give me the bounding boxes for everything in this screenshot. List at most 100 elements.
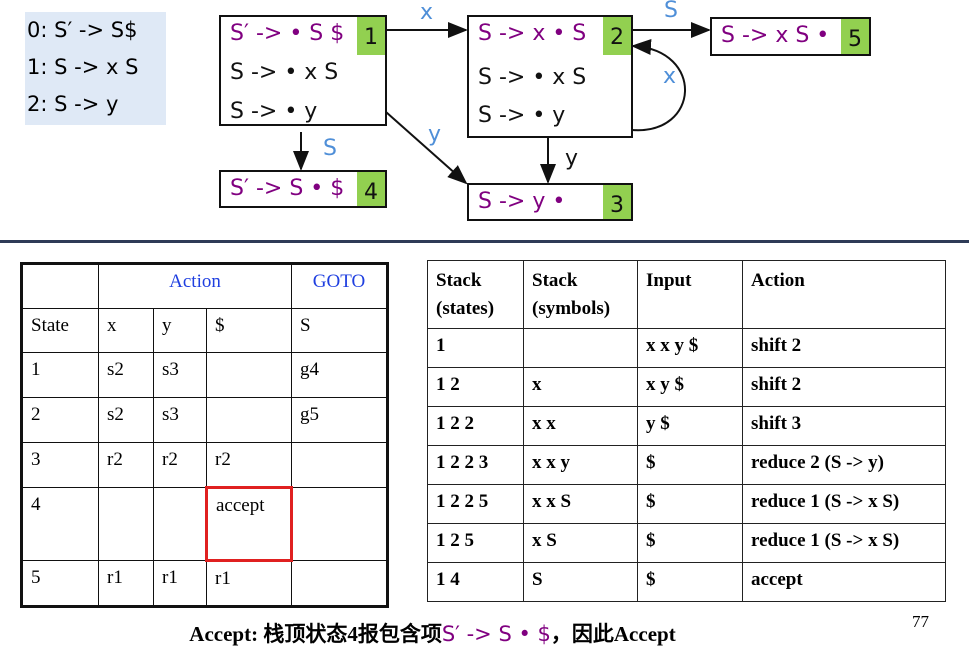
table-cell: r2 xyxy=(153,442,207,488)
edge-label-2-5: S xyxy=(664,0,678,23)
column-header: Input xyxy=(637,260,743,329)
table-row: 1 2 2 3x x y $ reduce 2 (S -> y) xyxy=(427,445,946,485)
table-row: 1 x x y $ shift 2 xyxy=(427,328,946,368)
column-header: $ xyxy=(206,308,292,353)
table-cell: 2 xyxy=(21,397,99,443)
state-4: S′ -> S • $ 4 xyxy=(219,170,387,208)
table-cell: 1 2 xyxy=(427,367,524,407)
table-cell: 3 xyxy=(21,442,99,488)
table-cell: reduce 1 (S -> x S) xyxy=(742,523,946,563)
item: S -> • x S xyxy=(230,60,339,85)
footer-note: Accept: 栈顶状态4报包含项S′ -> S • $，因此Accept xyxy=(0,618,865,648)
table-row: 1 2 2 5x x S $ reduce 1 (S -> x S) xyxy=(427,484,946,524)
table-cell: shift 2 xyxy=(742,328,946,368)
state-5: S -> x S • 5 xyxy=(710,17,871,56)
table-cell: g5 xyxy=(291,397,388,443)
table-cell: r2 xyxy=(98,442,154,488)
table-cell: $ xyxy=(637,523,743,563)
state-2: S -> x • S S -> • x S S -> • y 2 xyxy=(467,15,633,138)
column-header: Stack (states) xyxy=(427,260,524,329)
table-cell: S xyxy=(523,562,638,602)
column-header: Stack (symbols) xyxy=(523,260,638,329)
item: S -> • x S xyxy=(478,65,587,90)
table-row: 1 s2 s3 g4 xyxy=(21,352,388,398)
header-action: Action xyxy=(98,263,292,309)
table-cell: s2 xyxy=(98,397,154,443)
state-number: 5 xyxy=(841,19,869,54)
table-cell: x x S xyxy=(523,484,638,524)
column-header: State xyxy=(21,308,99,353)
page-number: 77 xyxy=(912,612,929,631)
table-cell: 1 2 5 xyxy=(427,523,524,563)
table-cell: reduce 1 (S -> x S) xyxy=(742,484,946,524)
table-cell: r1 xyxy=(98,560,154,607)
edge-label-1-3: y xyxy=(428,122,442,147)
table-cell: 1 2 2 3 xyxy=(427,445,524,485)
table-cell: 1 xyxy=(427,328,524,368)
column-header: S xyxy=(291,308,388,353)
table-cell xyxy=(98,487,154,561)
column-header: y xyxy=(153,308,207,353)
table-cell xyxy=(291,560,388,607)
table-row: 4 accept xyxy=(21,486,388,562)
state-3: S -> y • 3 xyxy=(467,183,633,221)
table-cell: shift 3 xyxy=(742,406,946,446)
table-row: 1 2 5x S $ reduce 1 (S -> x S) xyxy=(427,523,946,563)
column-header: Action xyxy=(742,260,946,329)
table-cell: x x y xyxy=(523,445,638,485)
table-cell: s3 xyxy=(153,352,207,398)
edge-label-1-2: x xyxy=(420,0,434,25)
header-row: Stack (states) Stack (symbols) Input Action xyxy=(427,260,946,329)
table-cell: accept xyxy=(205,486,293,562)
table-cell xyxy=(291,442,388,488)
column-header: x xyxy=(98,308,154,353)
header-empty xyxy=(21,263,99,309)
table-cell: r1 xyxy=(153,560,207,607)
table-cell: 1 2 2 5 xyxy=(427,484,524,524)
edge-label-1-4: S xyxy=(323,136,337,161)
table-cell: x x y $ xyxy=(637,328,743,368)
item: S -> • y xyxy=(230,99,318,124)
table-cell xyxy=(206,352,292,398)
header-row: Action GOTO xyxy=(21,263,388,309)
table-cell: y $ xyxy=(637,406,743,446)
state-number: 4 xyxy=(357,172,385,206)
table-cell: accept xyxy=(742,562,946,602)
footer-prefix: Accept: 栈顶状态4报包含项 xyxy=(189,622,442,646)
table-cell: 1 xyxy=(21,352,99,398)
edge-2-2 xyxy=(631,39,686,132)
table-row: 1 4 S $ accept xyxy=(427,562,946,602)
state-number: 2 xyxy=(603,17,631,55)
item: S -> • y xyxy=(478,103,566,128)
table-row: 3 r2 r2 r2 xyxy=(21,442,388,488)
table-row: 2 s2 s3 g5 xyxy=(21,397,388,443)
table-cell: r1 xyxy=(206,560,292,607)
table-cell: x S xyxy=(523,523,638,563)
table-cell: x xyxy=(523,367,638,407)
table-cell xyxy=(291,487,388,561)
table-cell: 1 4 xyxy=(427,562,524,602)
footer-item: S′ -> S • $ xyxy=(441,622,551,646)
table-row: 1 2 2x xy $ shift 3 xyxy=(427,406,946,446)
table-cell: x x xyxy=(523,406,638,446)
footer-suffix: ，因此Accept xyxy=(550,622,676,646)
edge-1-3 xyxy=(385,111,468,185)
table-cell: g4 xyxy=(291,352,388,398)
table-cell xyxy=(523,328,638,368)
table-cell xyxy=(206,397,292,443)
divider xyxy=(0,240,969,243)
table-cell: $ xyxy=(637,445,743,485)
header-goto: GOTO xyxy=(291,263,388,309)
table-cell: reduce 2 (S -> y) xyxy=(742,445,946,485)
table-cell: $ xyxy=(637,484,743,524)
table-row: 1 2xx y $ shift 2 xyxy=(427,367,946,407)
table-cell: r2 xyxy=(206,442,292,488)
table-row: 5 r1 r1 r1 xyxy=(21,560,388,607)
column-row: State x y $ S xyxy=(21,308,388,353)
table-cell: 5 xyxy=(21,560,99,607)
table-cell xyxy=(153,487,207,561)
table-cell: 4 xyxy=(21,487,99,561)
table-cell: s2 xyxy=(98,352,154,398)
edge-label-2-3: y xyxy=(565,146,579,171)
table-cell: x y $ xyxy=(637,367,743,407)
